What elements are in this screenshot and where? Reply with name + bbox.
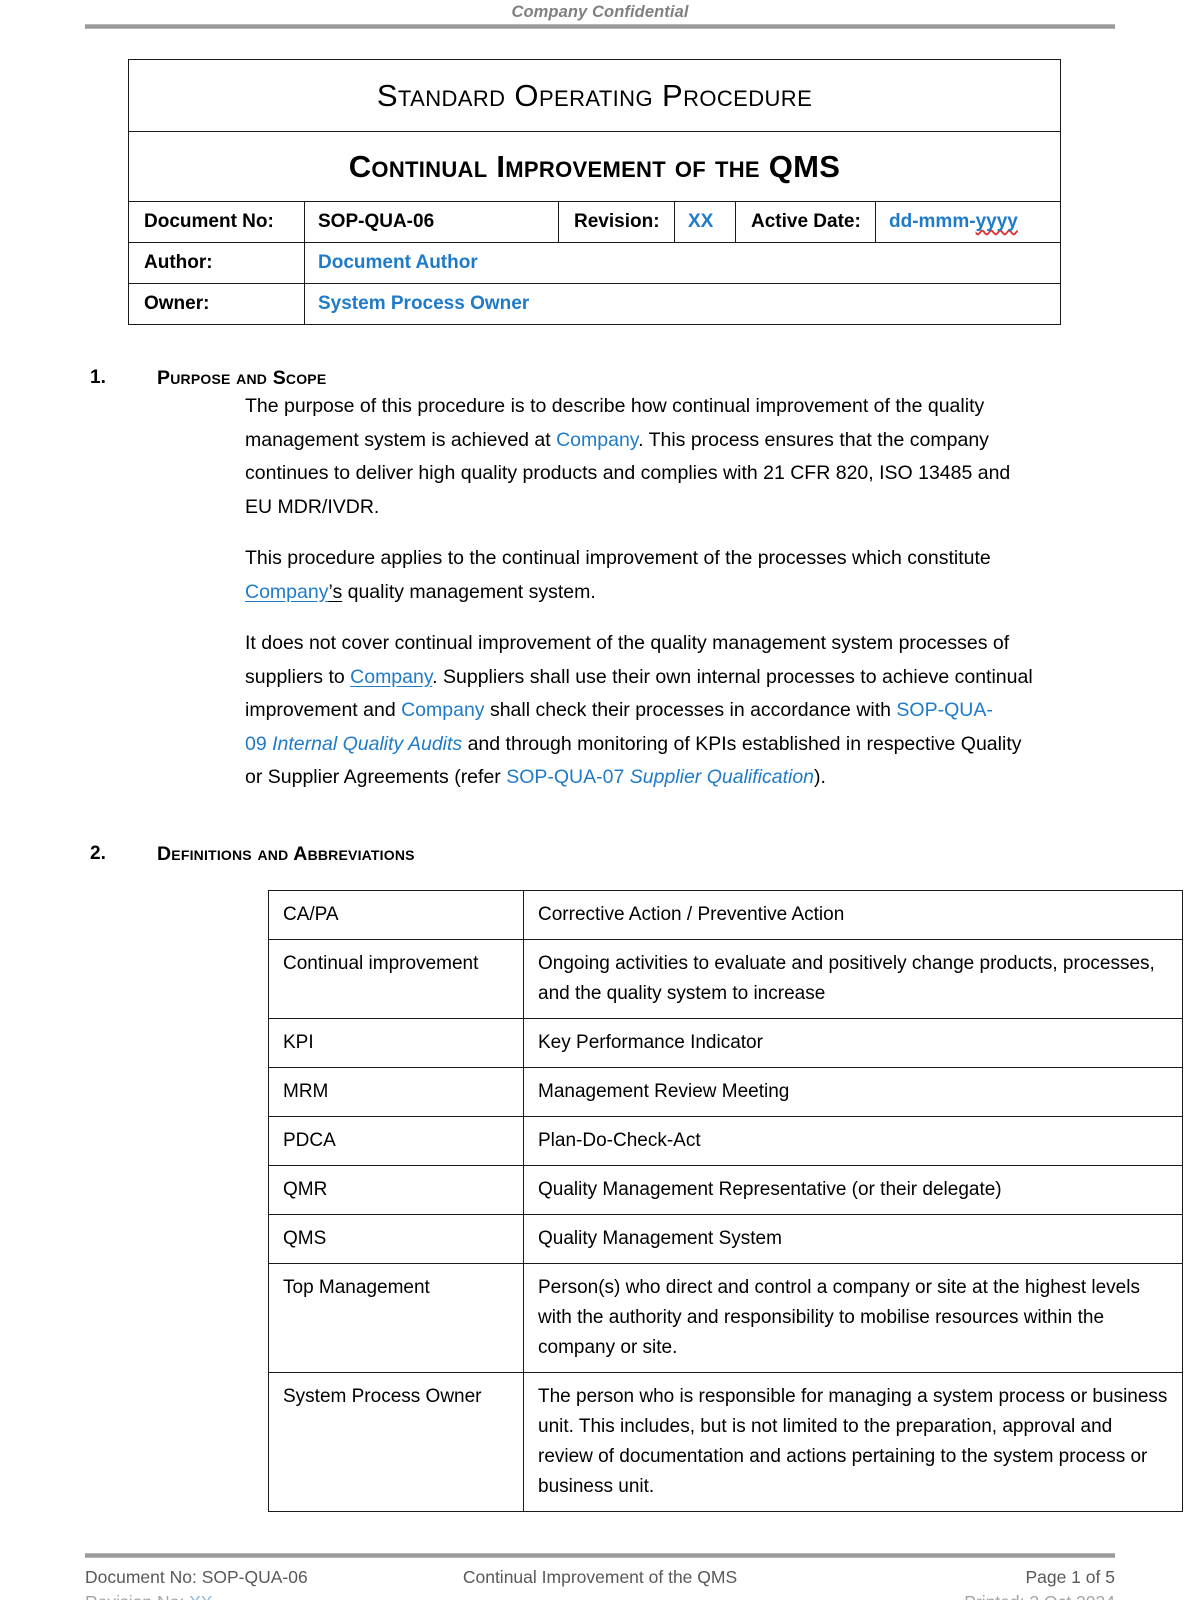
running-header: Company Confidential: [85, 0, 1115, 22]
section-heading-1: 1. Purpose and Scope: [85, 367, 1115, 390]
definition-text: Plan-Do-Check-Act: [523, 1115, 1183, 1166]
para2-text-a: This procedure applies to the continual …: [245, 547, 991, 569]
document-name-title: Continual Improvement of the QMS: [127, 131, 1062, 202]
definition-text: Quality Management System: [523, 1213, 1183, 1264]
table-row: Continual improvement Ongoing activities…: [268, 938, 1183, 1019]
label-document-no: Document No:: [128, 201, 305, 243]
definition-term: MRM: [268, 1066, 524, 1117]
definition-text: Ongoing activities to evaluate and posit…: [523, 938, 1183, 1019]
definition-term: KPI: [268, 1017, 524, 1068]
definition-term: PDCA: [268, 1115, 524, 1166]
label-author: Author:: [128, 242, 305, 284]
section-2-title: Definitions and Abbreviations: [157, 842, 415, 865]
para3-ref2-title[interactable]: Supplier Qualification: [630, 766, 814, 788]
value-active-date: dd-mmm-yyyy: [874, 201, 1062, 243]
table-row: QMR Quality Management Representative (o…: [268, 1164, 1183, 1215]
table-row: KPI Key Performance Indicator: [268, 1017, 1183, 1068]
paragraph-purpose: The purpose of this procedure is to desc…: [245, 390, 1035, 524]
definition-term: QMS: [268, 1213, 524, 1264]
definition-term: QMR: [268, 1164, 524, 1215]
para3-text-c: shall check their processes in accordanc…: [484, 699, 897, 721]
definition-text: Quality Management Representative (or th…: [523, 1164, 1183, 1215]
definition-text: Person(s) who direct and control a compa…: [523, 1262, 1183, 1373]
document-page: Company Confidential Standard Operating …: [0, 0, 1200, 1600]
table-row: CA/PA Corrective Action / Preventive Act…: [268, 889, 1183, 940]
para2-text-b: quality management system.: [342, 580, 596, 603]
footer-revision-value: XX: [189, 1592, 212, 1600]
value-author: Document Author: [303, 242, 1062, 284]
label-active-date: Active Date:: [735, 201, 876, 243]
confidentiality-notice: Company Confidential: [511, 3, 689, 21]
definition-text: Corrective Action / Preventive Action: [523, 889, 1183, 940]
definition-text: The person who is responsible for managi…: [523, 1371, 1183, 1512]
table-row: MRM Management Review Meeting: [268, 1066, 1183, 1117]
document-type-title: Standard Operating Procedure: [127, 59, 1062, 132]
active-date-misspelled-token: yyyy: [975, 211, 1018, 232]
label-revision: Revision:: [558, 201, 675, 243]
para3-company-link[interactable]: Company: [350, 666, 432, 688]
paragraph-applies-to: This procedure applies to the continual …: [245, 542, 1035, 609]
footer-revision-label: Revision No:: [85, 1592, 189, 1600]
section-1-body: The purpose of this procedure is to desc…: [245, 390, 1035, 795]
definition-text: Key Performance Indicator: [523, 1017, 1183, 1068]
footer-printed-date: Printed: 2 Oct 2024: [772, 1590, 1115, 1600]
value-owner: System Process Owner: [303, 283, 1062, 325]
section-2-number: 2.: [90, 842, 106, 864]
footer-page-number: Page 1 of 5: [1025, 1567, 1115, 1587]
para2-company-link[interactable]: Company: [245, 581, 328, 603]
table-row: QMS Quality Management System: [268, 1213, 1183, 1264]
definitions-table-wrapper: CA/PA Corrective Action / Preventive Act…: [268, 889, 1183, 1512]
section-heading-2: 2. Definitions and Abbreviations: [85, 843, 1115, 866]
definition-term: Continual improvement: [268, 938, 524, 1019]
running-footer: Document No: SOP-QUA-06 Continual Improv…: [85, 1553, 1115, 1600]
value-revision: XX: [674, 201, 736, 243]
table-row: System Process Owner The person who is r…: [268, 1371, 1183, 1512]
header-divider-rule: [85, 24, 1115, 29]
para3-ref2-code[interactable]: SOP-QUA-07: [506, 766, 624, 788]
definition-term: CA/PA: [268, 889, 524, 940]
definition-text: Management Review Meeting: [523, 1066, 1183, 1117]
section-1-title: Purpose and Scope: [157, 367, 327, 389]
document-title-block: Standard Operating Procedure Continual I…: [127, 59, 1062, 325]
footer-line-secondary: Revision No: XX Printed: 2 Oct 2024: [85, 1590, 1115, 1600]
paragraph-exclusions: It does not cover continual improvement …: [245, 627, 1035, 795]
table-row: PDCA Plan-Do-Check-Act: [268, 1115, 1183, 1166]
definition-term: System Process Owner: [268, 1371, 524, 1512]
footer-spacer: [428, 1590, 771, 1600]
label-owner: Owner:: [128, 283, 305, 325]
footer-line-primary: Document No: SOP-QUA-06 Continual Improv…: [85, 1565, 1115, 1590]
para3-company-token: Company: [401, 699, 485, 721]
active-date-prefix: dd-mmm-: [889, 211, 976, 232]
footer-revision: Revision No: XX: [85, 1590, 428, 1600]
definition-term: Top Management: [268, 1262, 524, 1373]
footer-document-title: Continual Improvement of the QMS: [462, 1567, 738, 1587]
definitions-table: CA/PA Corrective Action / Preventive Act…: [268, 889, 1183, 1512]
para3-text-e: ).: [814, 766, 826, 788]
value-document-no: SOP-QUA-06: [304, 201, 559, 243]
para1-company-token: Company: [556, 428, 639, 451]
para2-possessive: ’s: [328, 580, 343, 603]
footer-divider-rule: [85, 1553, 1115, 1558]
para3-ref1-title[interactable]: Internal Quality Audits: [272, 733, 462, 755]
footer-document-no: Document No: SOP-QUA-06: [85, 1567, 308, 1587]
section-1-number: 1.: [90, 367, 106, 388]
table-row: Top Management Person(s) who direct and …: [268, 1262, 1183, 1373]
